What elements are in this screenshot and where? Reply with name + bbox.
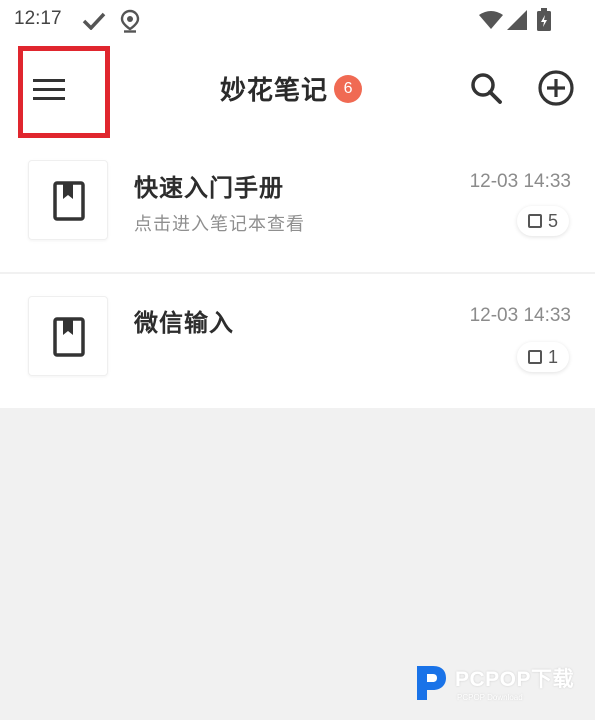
notebook-icon <box>53 181 85 221</box>
battery-icon <box>537 8 551 31</box>
note-count-chip: 1 <box>517 342 569 372</box>
notebook-count-badge: 6 <box>334 74 363 103</box>
wifi-icon <box>479 11 503 29</box>
status-bar: 12:17 <box>0 0 595 40</box>
notebook-list: 快速入门手册 点击进入笔记本查看 12-03 14:33 5 微信输入 12-0… <box>0 140 595 408</box>
notebook-title: 微信输入 <box>134 309 234 337</box>
title-group: 妙花笔记 6 <box>220 70 363 107</box>
app-title: 妙花笔记 <box>220 76 329 106</box>
search-icon[interactable] <box>468 70 504 106</box>
add-icon[interactable] <box>536 68 576 108</box>
note-count: 1 <box>547 346 558 367</box>
menu-icon <box>33 79 65 100</box>
notebook-icon <box>53 317 85 357</box>
note-count: 5 <box>547 210 558 231</box>
menu-button[interactable] <box>18 46 110 138</box>
notebook-date: 12-03 14:33 <box>469 171 571 192</box>
pcpop-logo-icon <box>417 666 446 700</box>
watermark-main: PCPOP下载 <box>455 667 575 691</box>
watermark-sub: PCPOP Download <box>457 692 523 702</box>
notebook-date: 12-03 14:33 <box>469 305 571 326</box>
watermark: PCPOP下载 PCPOP Download <box>413 662 574 702</box>
list-item[interactable]: 微信输入 12-03 14:33 1 <box>0 272 595 408</box>
note-count-icon <box>527 214 542 228</box>
notebook-subtitle: 点击进入笔记本查看 <box>134 214 305 235</box>
notebook-thumbnail <box>28 296 108 376</box>
note-count-chip: 5 <box>517 206 569 236</box>
check-icon <box>82 12 106 30</box>
note-count-icon <box>527 350 542 364</box>
signal-icon <box>507 10 527 30</box>
status-time: 12:17 <box>14 8 62 29</box>
notebook-thumbnail <box>28 160 108 240</box>
notebook-title: 快速入门手册 <box>134 174 284 202</box>
list-item[interactable]: 快速入门手册 点击进入笔记本查看 12-03 14:33 5 <box>0 140 595 272</box>
app-bar: 妙花笔记 6 <box>0 40 595 140</box>
watermark-text: PCPOP下载 PCPOP Download <box>455 663 574 702</box>
location-icon <box>120 9 140 33</box>
